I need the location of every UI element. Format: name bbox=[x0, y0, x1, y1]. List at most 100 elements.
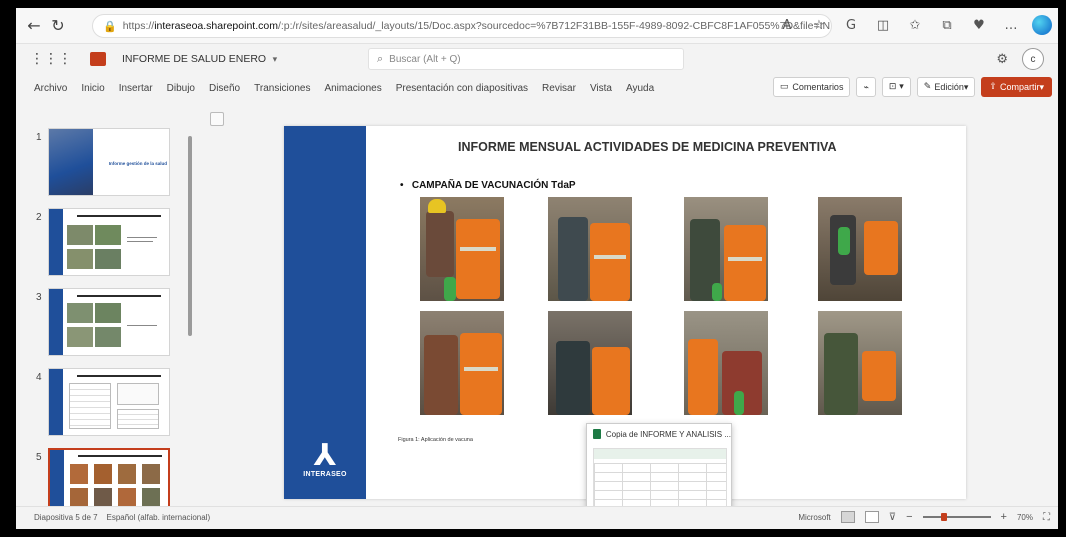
app-launcher-icon[interactable]: ⋮⋮⋮ bbox=[30, 51, 72, 67]
slide-counter: Diapositiva 5 de 7 bbox=[34, 513, 98, 522]
tab-9[interactable]: Vista bbox=[590, 83, 612, 94]
present-button[interactable]: ⊡ ▾ bbox=[881, 77, 911, 97]
tab-10[interactable]: Ayuda bbox=[626, 83, 654, 94]
slide-bullet-text: CAMPAÑA DE VACUNACIÓN TdaP bbox=[411, 180, 576, 191]
thumbnail-text-line bbox=[127, 325, 157, 326]
slide-bullet[interactable]: • CAMPAÑA DE VACUNACIÓN TdaP bbox=[400, 180, 576, 191]
settings-gear-icon[interactable]: ⚙ bbox=[996, 52, 1008, 67]
thumbnail-photo bbox=[94, 464, 112, 484]
vaccination-photo-8[interactable] bbox=[818, 311, 902, 415]
tab-1[interactable]: Inicio bbox=[81, 83, 104, 94]
collections-icon[interactable]: ⧉ bbox=[936, 14, 958, 36]
thumbnail-cover-image bbox=[49, 129, 93, 195]
document-name-text: INFORME DE SALUD ENERO bbox=[122, 53, 267, 65]
editing-mode-button[interactable]: ✎ Edición ▾ bbox=[916, 77, 976, 97]
thumbnail-photo bbox=[95, 303, 121, 323]
profile-icon[interactable]: ♥ bbox=[968, 14, 990, 36]
favorite-star-icon[interactable]: ☆ bbox=[808, 14, 830, 36]
ribbon-actions: ▭ Comentarios ⌁ ⊡ ▾ ✎ Edición ▾ ⇪ Compartir… bbox=[772, 77, 1052, 97]
tab-6[interactable]: Animaciones bbox=[324, 83, 381, 94]
figure-caption: Figura 1: Aplicación de vacuna bbox=[398, 437, 473, 443]
zoom-out-icon[interactable]: − bbox=[906, 511, 912, 523]
thumbnail-photo bbox=[67, 327, 93, 347]
search-icon: ⌕ bbox=[377, 52, 384, 65]
tab-0[interactable]: Archivo bbox=[34, 83, 67, 94]
zoom-level[interactable]: 70% bbox=[1017, 513, 1033, 522]
slide-thumbnail-4[interactable] bbox=[48, 368, 170, 436]
thumbnail-photo bbox=[95, 225, 121, 245]
excel-icon bbox=[593, 429, 601, 439]
reading-view-icon[interactable]: ⊽ bbox=[889, 512, 896, 523]
address-bar[interactable]: 🔒 https://interaseoa.sharepoint.com/:p:/… bbox=[92, 14, 832, 38]
share-button[interactable]: ⇪ Compartir ▾ bbox=[981, 77, 1052, 97]
thumbnail-scrollbar[interactable] bbox=[188, 136, 192, 336]
browser-toolbar: ← ↻ 🔒 https://interaseoa.sharepoint.com /… bbox=[16, 8, 1058, 44]
logo-brand-text: INTERASEO bbox=[303, 471, 347, 478]
thumbnail-table bbox=[69, 383, 111, 429]
copilot-icon[interactable] bbox=[1032, 15, 1052, 35]
zoom-slider[interactable] bbox=[922, 513, 991, 521]
zoom-in-icon[interactable]: + bbox=[1001, 511, 1007, 523]
extension-icon[interactable]: G bbox=[840, 14, 862, 36]
normal-view-icon[interactable] bbox=[840, 511, 855, 523]
slide-thumbnail-1[interactable]: Informe gestión de la salud bbox=[48, 128, 170, 196]
slide-thumbnail-3[interactable] bbox=[48, 288, 170, 356]
read-aloud-icon[interactable]: A bbox=[776, 14, 798, 36]
tab-4[interactable]: Diseño bbox=[209, 83, 240, 94]
slide-title[interactable]: INFORME MENSUAL ACTIVIDADES DE MEDICINA … bbox=[458, 140, 837, 154]
feedback-link[interactable]: Microsoft bbox=[798, 513, 830, 522]
zoom-slider-thumb[interactable] bbox=[941, 513, 948, 521]
search-input[interactable]: ⌕ Buscar (Alt + Q) bbox=[368, 48, 684, 70]
thumbnail-number: 1 bbox=[36, 132, 42, 143]
slide-thumbnail-2[interactable] bbox=[48, 208, 170, 276]
thumbnail-title-line bbox=[77, 295, 161, 297]
thumbnail-photo bbox=[67, 225, 93, 245]
thumbnail-photo bbox=[142, 488, 160, 508]
thumbnail-photo bbox=[118, 464, 136, 484]
tab-2[interactable]: Insertar bbox=[119, 83, 153, 94]
back-icon[interactable]: ← bbox=[22, 14, 46, 38]
document-name[interactable]: INFORME DE SALUD ENERO ▾ bbox=[122, 53, 277, 65]
language-indicator[interactable]: Español (alfab. internacional) bbox=[106, 513, 210, 522]
fit-slide-icon[interactable]: ⛶ bbox=[1043, 512, 1050, 523]
vaccination-photo-4[interactable] bbox=[818, 197, 902, 301]
thumbnail-photo bbox=[70, 488, 88, 508]
vaccination-photo-6[interactable] bbox=[548, 311, 632, 415]
search-placeholder: Buscar (Alt + Q) bbox=[389, 53, 461, 65]
vaccination-photo-3[interactable] bbox=[684, 197, 768, 301]
split-screen-icon[interactable]: ◫ bbox=[872, 14, 894, 36]
thumbnail-number: 5 bbox=[36, 452, 42, 463]
pencil-icon: ✎ bbox=[923, 82, 932, 92]
preview-ribbon bbox=[594, 449, 726, 459]
thumbnail-text-line bbox=[127, 237, 157, 238]
vaccination-photo-2[interactable] bbox=[548, 197, 632, 301]
vaccination-photo-7[interactable] bbox=[684, 311, 768, 415]
thumbnail-bar bbox=[49, 369, 63, 435]
thumbnail-number: 2 bbox=[36, 212, 42, 223]
tab-list: Archivo Inicio Insertar Dibujo Diseño Transic… bbox=[34, 83, 654, 94]
refresh-icon[interactable]: ↻ bbox=[46, 14, 70, 38]
comments-button[interactable]: ▭ Comentarios bbox=[772, 77, 851, 97]
popup-title: Copia de INFORME Y ANALISIS ... bbox=[605, 429, 731, 439]
vaccination-photo-1[interactable] bbox=[420, 197, 504, 301]
header-actions: ⚙ c bbox=[996, 48, 1044, 70]
thumbnail-bar bbox=[49, 209, 63, 275]
catch-up-icon: ⌁ bbox=[863, 81, 869, 92]
thumbnail-chart bbox=[117, 383, 159, 405]
more-menu-icon[interactable]: … bbox=[1000, 14, 1022, 36]
thumbnail-photo bbox=[67, 303, 93, 323]
avatar[interactable]: c bbox=[1022, 48, 1044, 70]
thumbnail-photo bbox=[118, 488, 136, 508]
tab-5[interactable]: Transiciones bbox=[254, 83, 310, 94]
favorites-icon[interactable]: ✩ bbox=[904, 14, 926, 36]
toggle-pane-icon[interactable] bbox=[210, 112, 224, 126]
tab-7[interactable]: Presentación con diapositivas bbox=[396, 83, 528, 94]
vaccination-photo-5[interactable] bbox=[420, 311, 504, 415]
thumbnail-number: 4 bbox=[36, 372, 42, 383]
tab-3[interactable]: Dibujo bbox=[167, 83, 195, 94]
tab-8[interactable]: Revisar bbox=[542, 83, 576, 94]
slide-sorter-icon[interactable] bbox=[864, 511, 879, 523]
thumbnail-bar bbox=[50, 450, 64, 514]
thumbnail-text-line bbox=[127, 241, 153, 242]
catch-up-button[interactable]: ⌁ bbox=[856, 77, 876, 97]
